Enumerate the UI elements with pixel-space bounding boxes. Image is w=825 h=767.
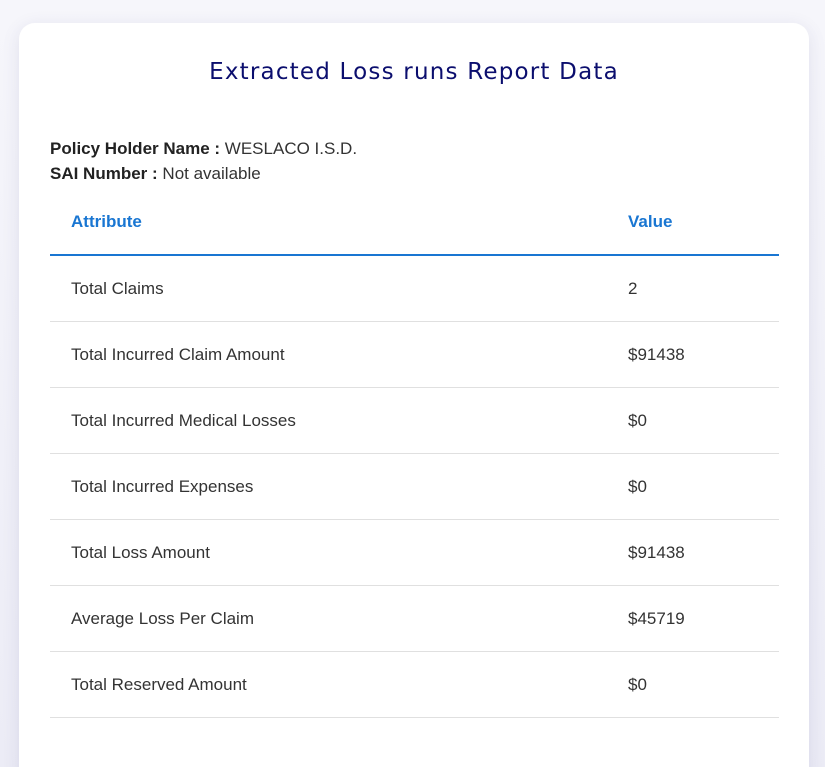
loss-runs-table: Attribute Value Total Claims 2 Total Inc… (50, 190, 779, 718)
policy-holder-value: WESLACO I.S.D. (224, 139, 358, 158)
row-attribute: Average Loss Per Claim (50, 585, 607, 652)
row-value: $0 (607, 651, 779, 718)
row-value: $0 (607, 387, 779, 454)
table-header-row: Attribute Value (50, 190, 779, 256)
policy-info: Policy Holder Name : WESLACO I.S.D. SAI … (50, 136, 357, 186)
policy-holder-line: Policy Holder Name : WESLACO I.S.D. (50, 136, 357, 161)
report-card: Extracted Loss runs Report Data Policy H… (19, 23, 809, 767)
table-row: Total Reserved Amount $0 (50, 651, 779, 718)
row-value: $45719 (607, 585, 779, 652)
row-value: $91438 (607, 519, 779, 586)
sai-number-value: Not available (162, 164, 261, 183)
page-title: Extracted Loss runs Report Data (209, 59, 619, 85)
table-row: Total Incurred Expenses $0 (50, 453, 779, 520)
row-value: $91438 (607, 321, 779, 388)
table-row: Average Loss Per Claim $45719 (50, 585, 779, 652)
table-row: Total Incurred Medical Losses $0 (50, 387, 779, 454)
row-attribute: Total Reserved Amount (50, 651, 607, 718)
row-attribute: Total Incurred Medical Losses (50, 387, 607, 454)
row-attribute: Total Incurred Expenses (50, 453, 607, 520)
header-attribute: Attribute (50, 190, 607, 256)
table-row: Total Claims 2 (50, 255, 779, 322)
row-value: 2 (607, 255, 779, 322)
row-value: $0 (607, 453, 779, 520)
sai-number-label: SAI Number : (50, 164, 158, 183)
row-attribute: Total Loss Amount (50, 519, 607, 586)
header-value: Value (607, 190, 779, 256)
sai-number-line: SAI Number : Not available (50, 161, 357, 186)
table-row: Total Loss Amount $91438 (50, 519, 779, 586)
table-row: Total Incurred Claim Amount $91438 (50, 321, 779, 388)
policy-holder-label: Policy Holder Name : (50, 139, 221, 158)
row-attribute: Total Claims (50, 255, 607, 322)
row-attribute: Total Incurred Claim Amount (50, 321, 607, 388)
